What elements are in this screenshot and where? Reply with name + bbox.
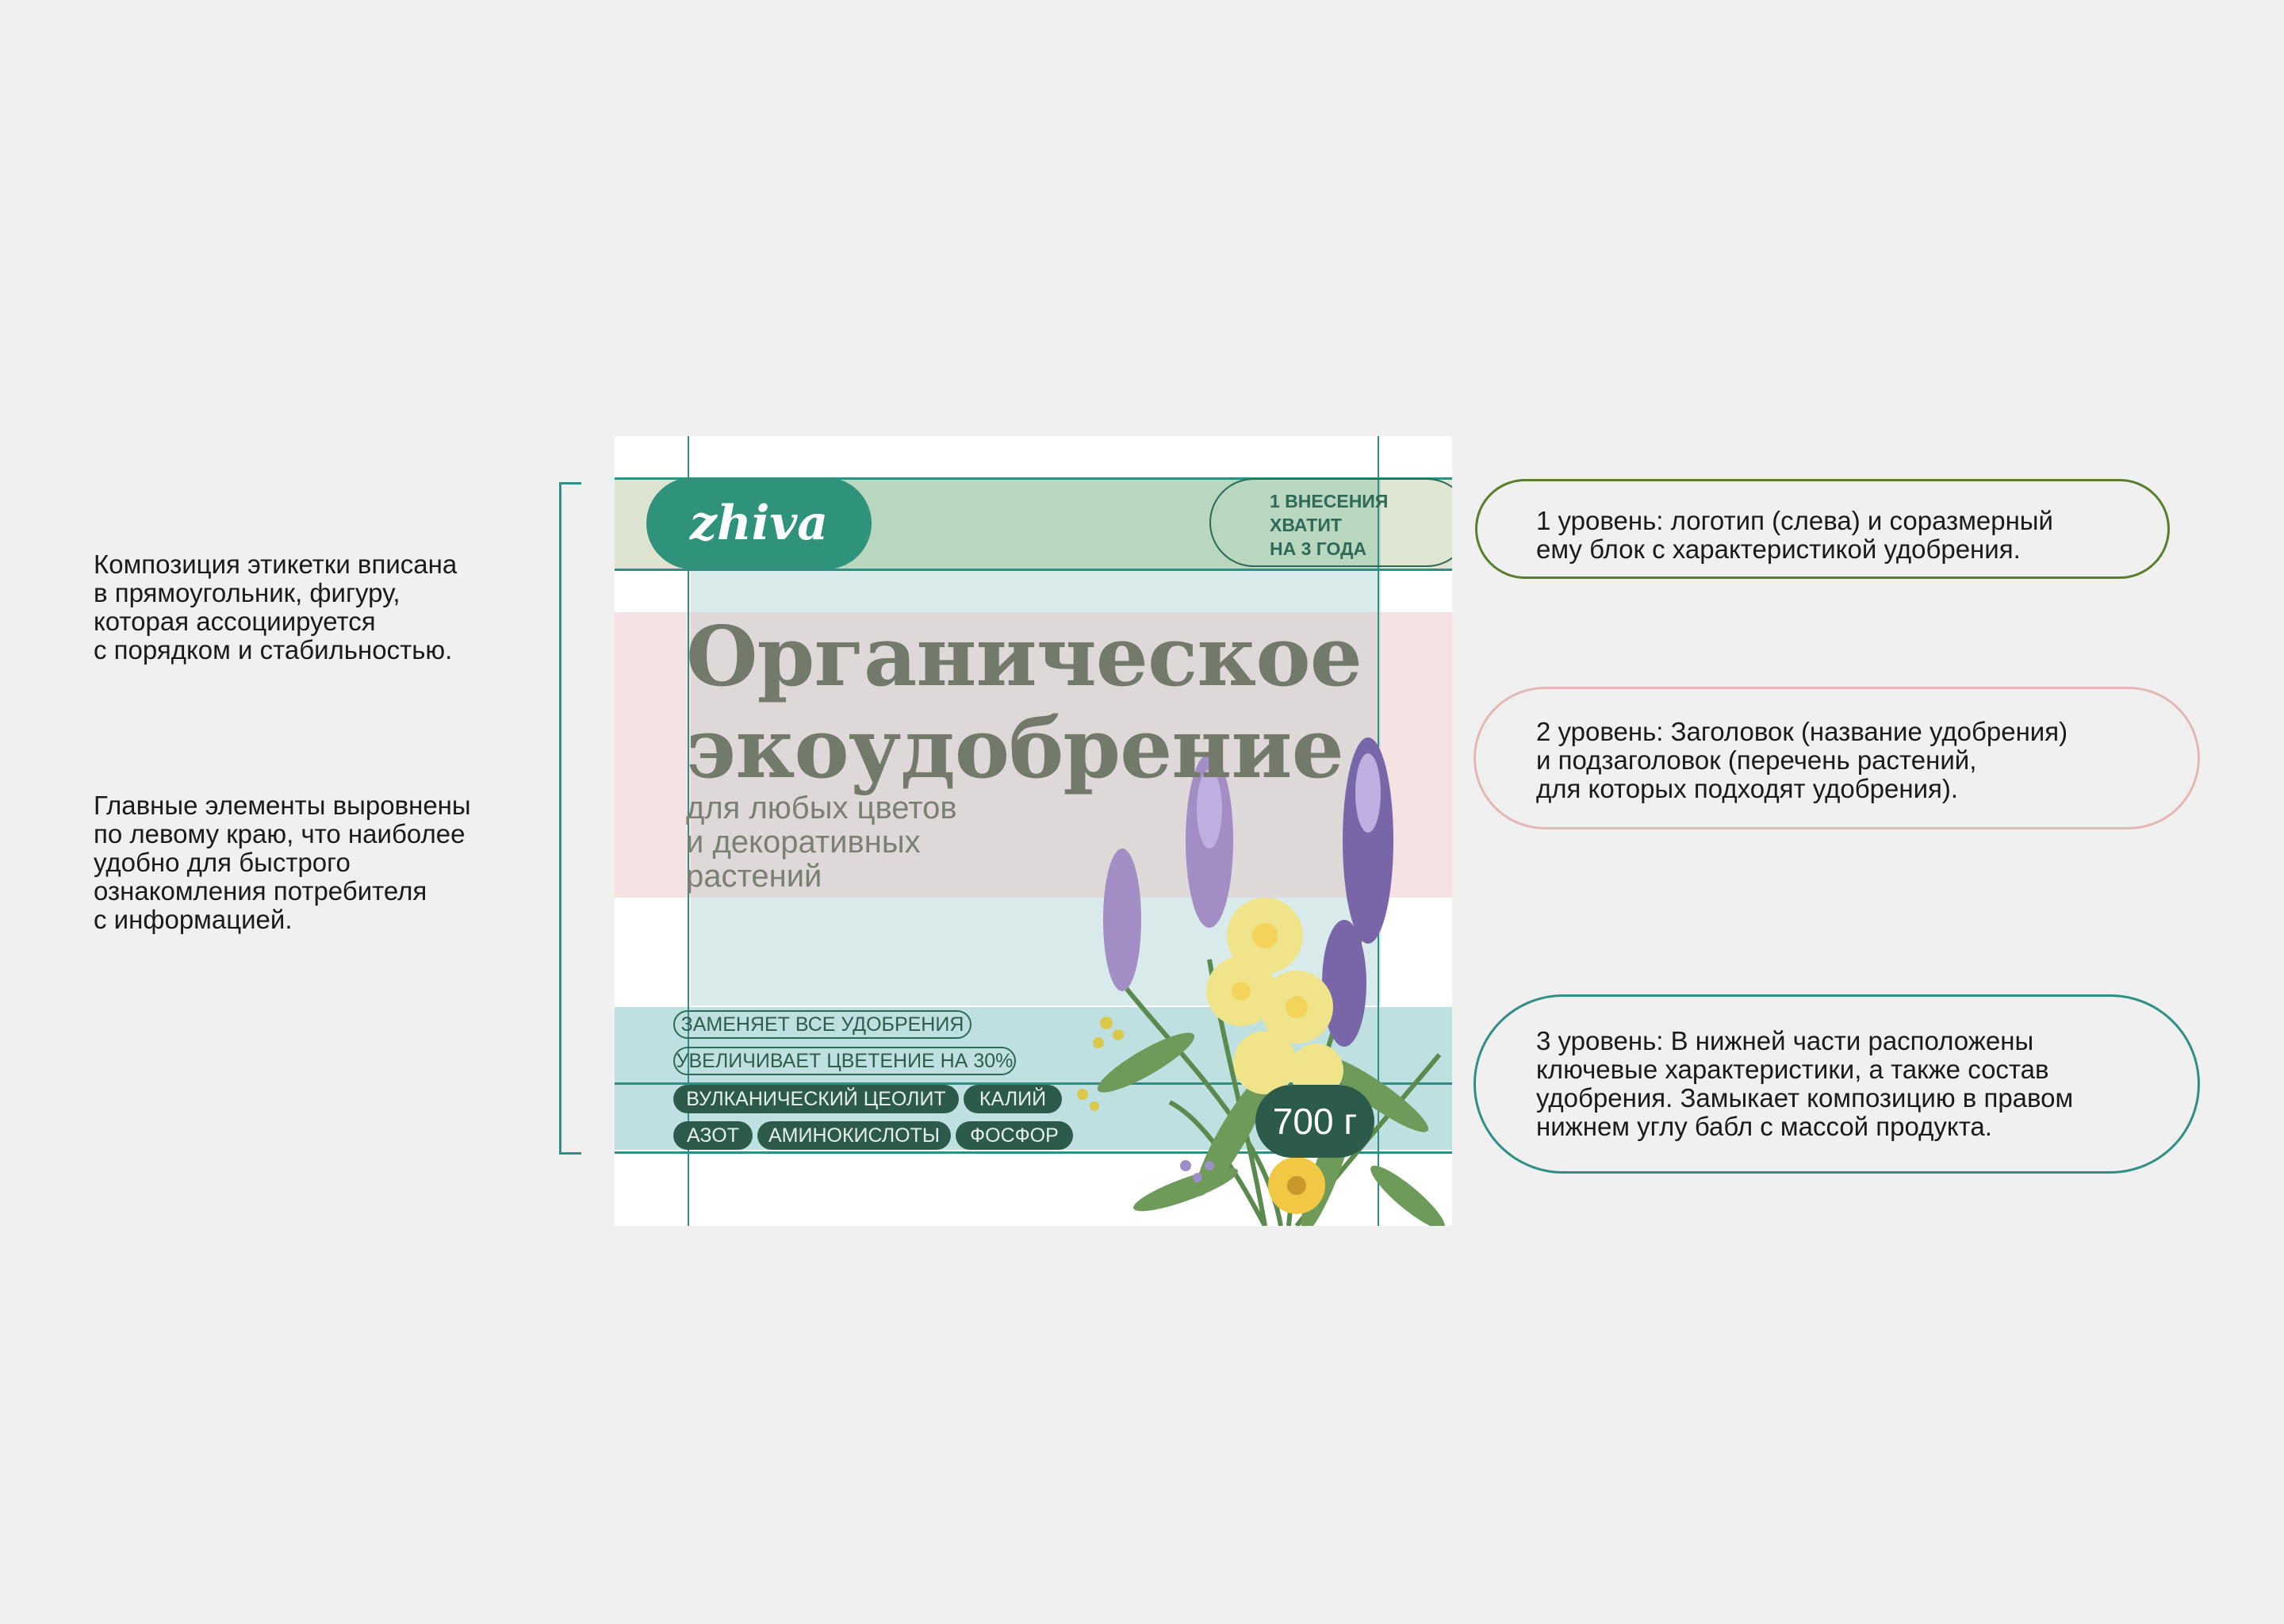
callout-level-2: 2 уровень: Заголовок (название удобрения…: [1473, 687, 2200, 829]
info-line: 1 ВНЕСЕНИЯ: [1270, 491, 1389, 511]
brand-logo: zhiva: [646, 477, 872, 569]
flower-bouquet-illustration: [1077, 737, 1445, 1226]
subtitle-line: растений: [686, 859, 822, 894]
weight-bubble: 700 г: [1255, 1085, 1374, 1158]
product-title: Органическое экоудобрение: [686, 611, 1362, 795]
ingredient-chip: ФОСФОР: [956, 1121, 1073, 1150]
product-subtitle: для любых цветов и декоративных растений: [686, 791, 957, 894]
ingredient-chip: КАЛИЙ: [964, 1085, 1062, 1113]
benefit-chip: УВЕЛИЧИВАЕТ ЦВЕТЕНИЕ НА 30%: [673, 1047, 1016, 1075]
title-line: экоудобрение: [686, 699, 1344, 797]
callout-level-2-text: 2 уровень: Заголовок (название удобрения…: [1536, 717, 2068, 803]
note-alignment: Главные элементы выровнены по левому кра…: [94, 791, 471, 934]
ingredient-chip: ВУЛКАНИЧЕСКИЙ ЦЕОЛИТ: [673, 1085, 959, 1113]
note-composition: Композиция этикетки вписана в прямоуголь…: [94, 550, 458, 665]
benefit-chip: ЗАМЕНЯЕТ ВСЕ УДОБРЕНИЯ: [673, 1010, 971, 1039]
info-line: НА 3 ГОДА: [1270, 538, 1367, 559]
ingredient-chip: АЗОТ: [673, 1121, 753, 1150]
callout-level-3: 3 уровень: В нижней части расположены кл…: [1473, 994, 2200, 1174]
subtitle-line: и декоративных: [686, 825, 921, 860]
callout-level-1-text: 1 уровень: логотип (слева) и соразмерный…: [1536, 506, 2053, 564]
subtitle-line: для любых цветов: [686, 791, 957, 825]
title-line: Органическое: [686, 607, 1362, 705]
callout-level-1: 1 уровень: логотип (слева) и соразмерный…: [1475, 479, 2170, 579]
ingredient-chip: АМИНОКИСЛОТЫ: [757, 1121, 951, 1150]
product-label: zhiva 1 ВНЕСЕНИЯ ХВАТИТ НА 3 ГОДА Органи…: [615, 436, 1452, 1226]
callout-level-3-text: 3 уровень: В нижней части расположены кл…: [1536, 1026, 2074, 1141]
info-line: ХВАТИТ: [1270, 515, 1342, 535]
info-block: 1 ВНЕСЕНИЯ ХВАТИТ НА 3 ГОДА: [1209, 478, 1452, 567]
